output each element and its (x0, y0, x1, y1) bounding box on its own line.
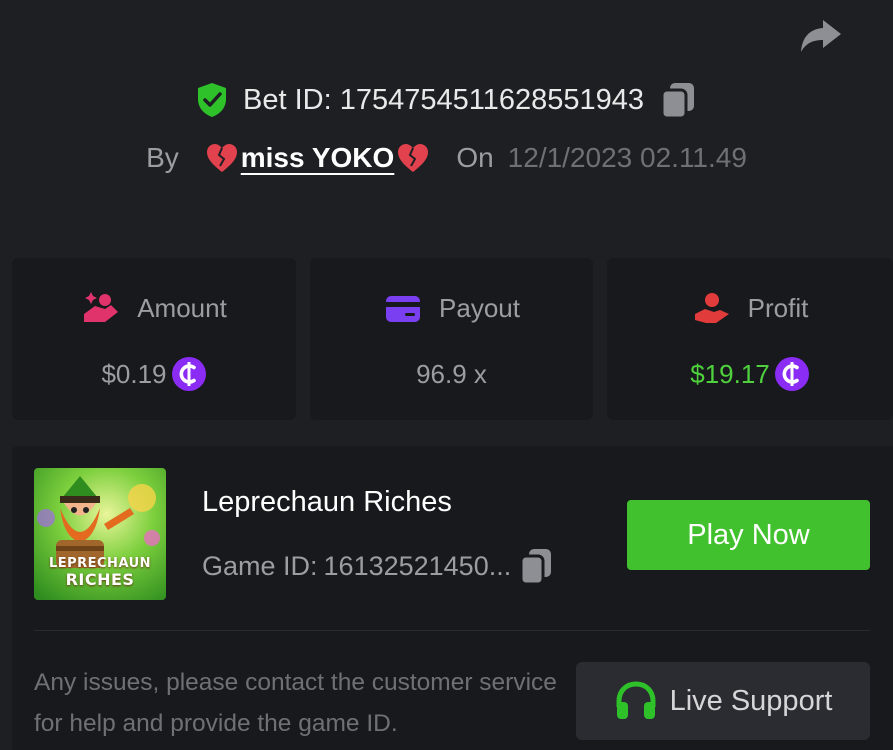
money-hand-icon (84, 292, 119, 322)
amount-label: Amount (137, 292, 227, 323)
bet-id-value: 17547545116285519​43 (339, 83, 644, 116)
game-panel: LEPRECHAUN RICHES Leprechaun Riches Game… (12, 446, 893, 750)
live-support-label: Live Support (669, 684, 833, 717)
coin-icon (774, 357, 809, 391)
amount-value: $0.19 (101, 358, 167, 389)
support-notice: Any issues, please contact the customer … (34, 669, 557, 737)
copy-bet-id-icon[interactable] (658, 80, 698, 120)
verified-shield-icon (197, 83, 226, 117)
copy-game-id-icon[interactable] (517, 546, 555, 586)
bet-id-text: Bet ID: 17547545116285519​43 (243, 84, 644, 117)
play-now-button[interactable]: Play Now (627, 500, 870, 570)
coin-icon (171, 357, 206, 391)
on-label: On (456, 142, 494, 173)
profit-header: Profit (607, 288, 893, 328)
game-logo-line1: LEPRECHAUN (48, 556, 152, 571)
profit-label: Profit (747, 292, 809, 323)
broken-heart-icon (206, 144, 237, 172)
by-label: By (146, 142, 179, 173)
amount-card: Amount $0.19 (12, 258, 296, 420)
bet-date: 12/1/2023 02.11.49 (507, 142, 747, 173)
profit-value-row: $19.17 (607, 354, 893, 394)
share-icon[interactable] (797, 14, 845, 58)
profit-value: $19.17 (690, 358, 770, 389)
payout-value: 96.9 x (416, 358, 487, 389)
bet-id-row: Bet ID: 17547545116285519​43 (0, 78, 893, 122)
broken-heart-icon (398, 144, 429, 172)
bet-id-label: Bet ID: (242, 83, 332, 116)
bet-details-page: Bet ID: 17547545116285519​43 By miss YOK… (0, 0, 893, 750)
game-id-value: 16132521450... (323, 550, 512, 581)
game-id-row: Game ID: 16132521450... (202, 546, 555, 586)
game-thumbnail[interactable]: LEPRECHAUN RICHES (34, 468, 166, 600)
payout-card: Payout 96.9 x (310, 258, 593, 420)
payout-header: Payout (310, 288, 593, 328)
divider (34, 630, 870, 631)
game-logo-line2: RICHES (65, 570, 135, 589)
payout-value-row: 96.9 x (310, 354, 593, 394)
headset-icon (616, 681, 656, 719)
author-row: By miss YOKO On 12/1/2023 02.11.49 (0, 136, 893, 180)
game-title: Leprechaun Riches (202, 486, 452, 518)
payout-label: Payout (439, 292, 520, 323)
card-icon (386, 296, 421, 322)
amount-header: Amount (12, 288, 296, 328)
profit-card: Profit $19.17 (607, 258, 893, 420)
username-text: miss YOKO (240, 142, 395, 173)
game-logo-text: LEPRECHAUN RICHES (34, 556, 166, 589)
amount-value-row: $0.19 (12, 354, 296, 394)
game-id-label: Game ID: (202, 550, 318, 581)
live-support-button[interactable]: Live Support (576, 662, 870, 740)
username-link[interactable]: miss YOKO (205, 142, 431, 174)
profit-hand-icon (694, 293, 729, 323)
